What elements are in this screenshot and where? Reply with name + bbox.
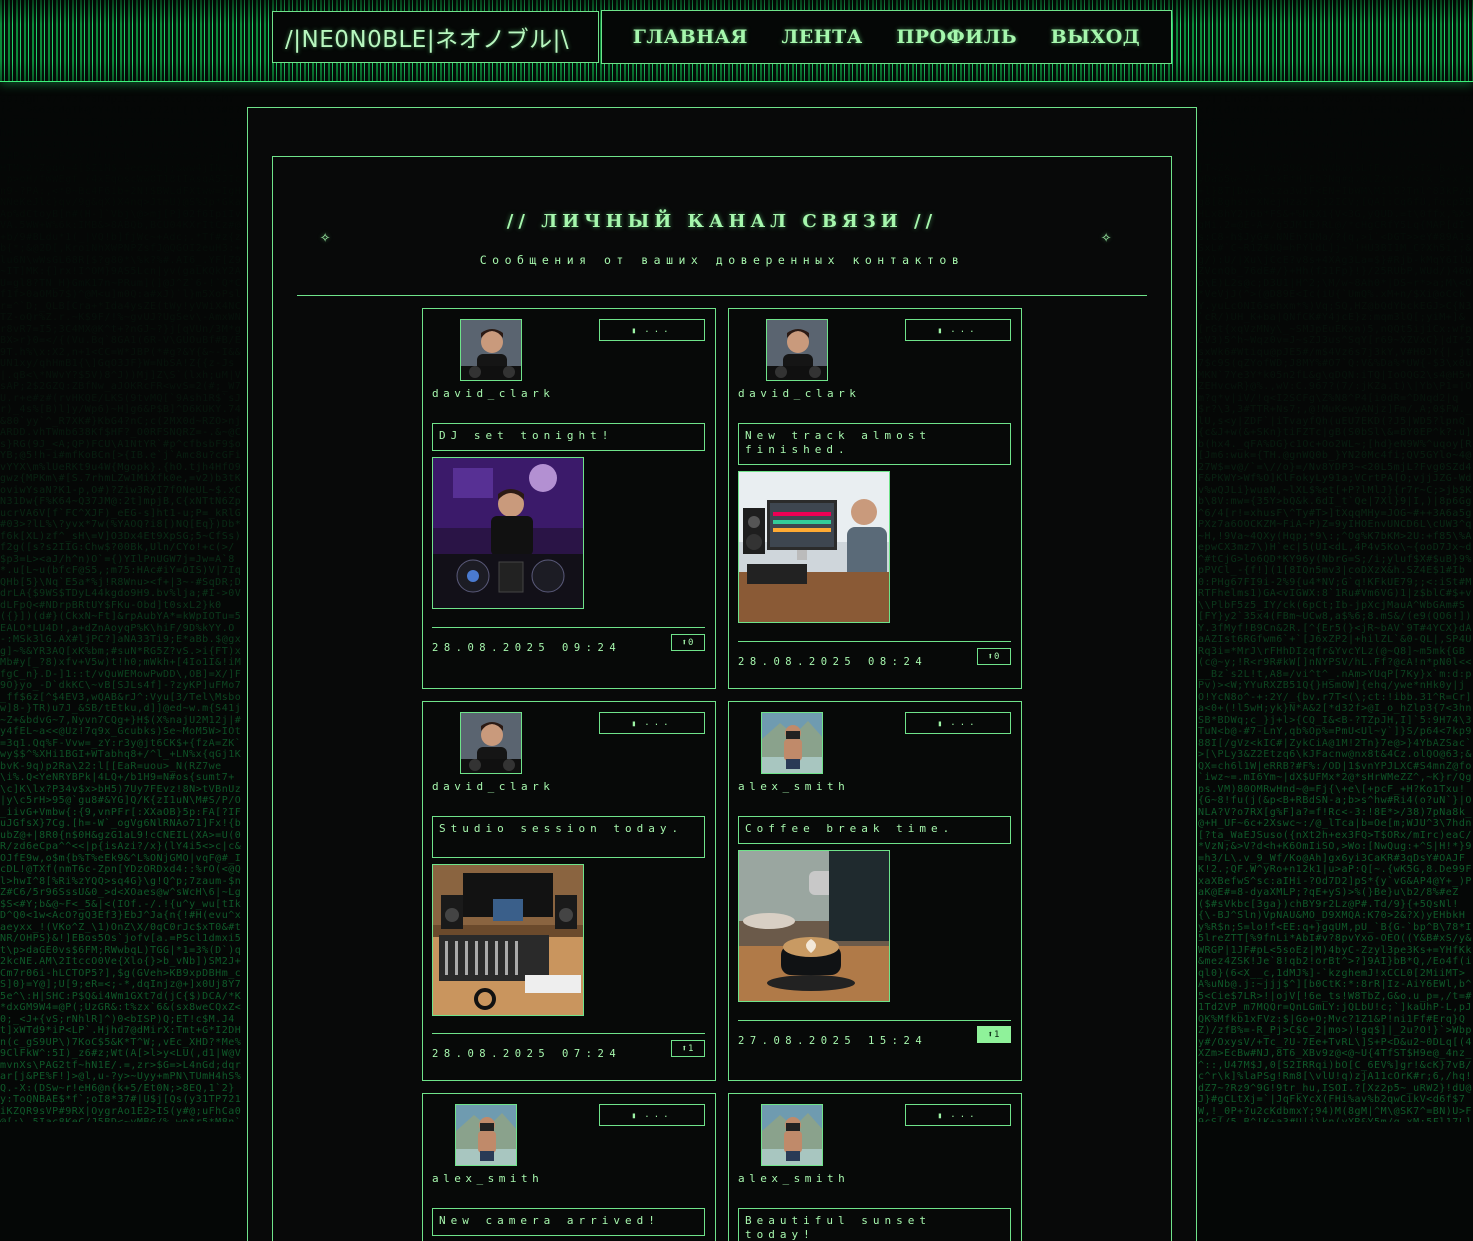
avatar[interactable] [761, 712, 823, 774]
comments-button[interactable]: ▮... [905, 712, 1011, 734]
post-username[interactable]: david_clark [432, 387, 554, 400]
post-divider [738, 641, 1011, 642]
comments-label: ... [950, 1110, 979, 1120]
page-title: // ЛИЧНЫЙ КАНАЛ СВЯЗИ // [506, 211, 938, 232]
matrix-rain-left: tzKWouH?2la)8HtV9OzsQE=_Lo+Rmy9ZP.pVyeO)… [0, 82, 242, 1122]
avatar[interactable] [460, 712, 522, 774]
mixing-console-photo[interactable] [432, 864, 584, 1016]
chat-bubble-icon: ▮ [937, 718, 943, 728]
post-text: Studio session today. [432, 816, 705, 858]
like-count: 0 [994, 651, 1001, 662]
nav-profile[interactable]: ПРОФИЛЬ [896, 26, 1017, 48]
chat-bubble-icon: ▮ [937, 1110, 943, 1120]
comments-button[interactable]: ▮... [905, 319, 1011, 341]
comments-label: ... [644, 325, 673, 335]
page-subtitle: Сообщения от ваших доверенных контактов [479, 253, 965, 267]
matrix-rain-right: 1Z3nh6@e#)3TK30L^TSmy[H,aL-K->@CMn^Q&smG… [1198, 82, 1472, 1122]
post-card: ▮... david_clark DJ set tonight! 28.08.2025… [422, 308, 716, 689]
avatar[interactable] [455, 1104, 517, 1166]
feed-panel [272, 156, 1172, 1241]
comments-label: ... [950, 718, 979, 728]
post-divider [738, 1020, 1011, 1021]
comments-button[interactable]: ▮... [599, 712, 705, 734]
post-text: Beautiful sunset today! [738, 1208, 1011, 1241]
chat-bubble-icon: ▮ [631, 718, 637, 728]
chat-bubble-icon: ▮ [937, 325, 943, 335]
nav-feed[interactable]: ЛЕНТА [781, 26, 862, 48]
like-button[interactable]: ⬆ 0 [977, 648, 1011, 665]
post-username[interactable]: alex_smith [738, 1172, 849, 1185]
studio-computer-photo[interactable] [738, 471, 890, 623]
chat-bubble-icon: ▮ [631, 1110, 637, 1120]
post-card: ▮... alex_smith Coffee break time. 27.08.20… [728, 701, 1022, 1081]
divider [297, 295, 1147, 296]
comments-label: ... [950, 325, 979, 335]
like-button[interactable]: ⬆ 1 [977, 1026, 1011, 1043]
main-nav: ГЛАВНАЯ ЛЕНТА ПРОФИЛЬ ВЫХОД [601, 10, 1172, 64]
nav-home[interactable]: ГЛАВНАЯ [633, 26, 748, 48]
comments-button[interactable]: ▮... [905, 1104, 1011, 1126]
post-username[interactable]: david_clark [738, 387, 860, 400]
like-count: 0 [688, 637, 695, 648]
post-card: ▮... david_clark Studio session today. 28.0… [422, 701, 716, 1081]
avatar[interactable] [761, 1104, 823, 1166]
comments-button[interactable]: ▮... [599, 319, 705, 341]
comments-label: ... [644, 1110, 673, 1120]
post-text: New track almost finished. [738, 423, 1011, 465]
post-timestamp: 28.08.2025 07:24 [432, 1048, 622, 1060]
like-count: 1 [994, 1029, 1001, 1040]
post-card: ▮... david_clark New track almost finished… [728, 308, 1022, 689]
like-count: 1 [688, 1043, 695, 1054]
comments-button[interactable]: ▮... [599, 1104, 705, 1126]
site-logo[interactable]: /|NE0N0BLE|ネオノブル|\ [272, 11, 599, 63]
post-username[interactable]: alex_smith [738, 780, 849, 793]
like-button[interactable]: ⬆ 1 [671, 1040, 705, 1057]
post-divider [432, 627, 705, 628]
post-timestamp: 28.08.2025 09:24 [432, 642, 622, 654]
avatar[interactable] [460, 319, 522, 381]
post-timestamp: 27.08.2025 15:24 [738, 1035, 928, 1047]
latte-photo[interactable] [738, 850, 890, 1002]
chat-bubble-icon: ▮ [631, 325, 637, 335]
nav-logout[interactable]: ВЫХОД [1051, 26, 1141, 48]
comments-label: ... [644, 718, 673, 728]
post-text: New camera arrived! [432, 1208, 705, 1236]
post-username[interactable]: david_clark [432, 780, 554, 793]
post-card: ▮... alex_smith New camera arrived! [422, 1093, 716, 1241]
post-text: Coffee break time. [738, 816, 1011, 844]
post-timestamp: 28.08.2025 08:24 [738, 656, 928, 668]
like-button[interactable]: ⬆ 0 [671, 634, 705, 651]
post-text: DJ set tonight! [432, 423, 705, 451]
dj-photo[interactable] [432, 457, 584, 609]
post-divider [432, 1033, 705, 1034]
post-card: ▮... alex_smith Beautiful sunset today! [728, 1093, 1022, 1241]
post-username[interactable]: alex_smith [432, 1172, 543, 1185]
avatar[interactable] [766, 319, 828, 381]
